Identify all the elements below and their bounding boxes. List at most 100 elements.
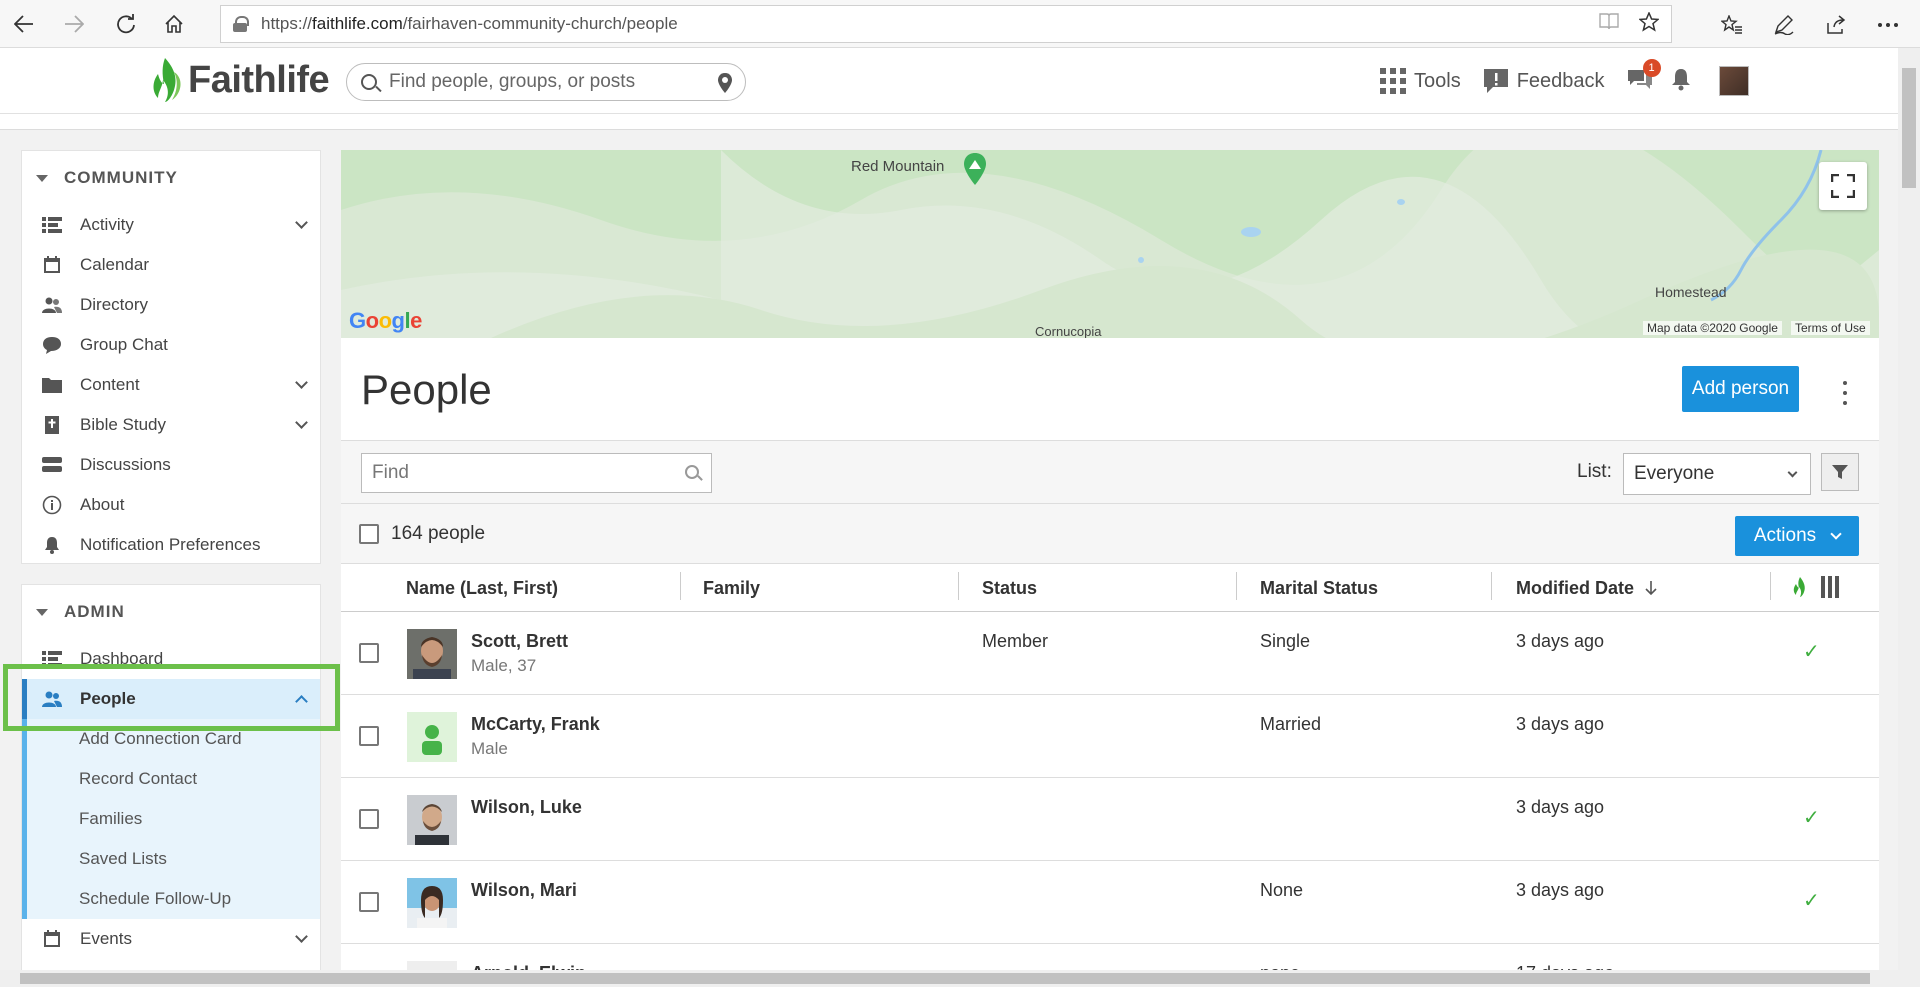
location-pin-icon[interactable] bbox=[717, 72, 733, 100]
column-chooser-icon[interactable] bbox=[1821, 576, 1839, 603]
faithlife-account-check-icon: ✓ bbox=[1803, 641, 1820, 663]
fullscreen-button[interactable] bbox=[1819, 162, 1867, 210]
admin-section-toggle[interactable]: ADMIN bbox=[22, 585, 320, 639]
sidebar-item-content[interactable]: Content bbox=[22, 365, 320, 405]
faithlife-logo[interactable]: Faithlife bbox=[148, 56, 330, 104]
table-row[interactable]: Wilson, Mari None 3 days ago ✓ bbox=[341, 862, 1879, 944]
more-button[interactable] bbox=[1864, 5, 1912, 45]
reading-view-icon[interactable] bbox=[1599, 12, 1619, 38]
list-select-value: Everyone bbox=[1634, 463, 1715, 484]
site-search-input[interactable]: Find people, groups, or posts bbox=[346, 63, 746, 101]
default-avatar-icon[interactable] bbox=[407, 712, 457, 762]
address-bar[interactable]: https://faithlife.com/fairhaven-communit… bbox=[220, 5, 1672, 43]
row-checkbox[interactable] bbox=[359, 809, 379, 829]
horizontal-scrollbar[interactable] bbox=[0, 970, 1920, 987]
community-panel: COMMUNITY Activity Calendar Directory Gr… bbox=[21, 150, 321, 564]
person-photo[interactable] bbox=[407, 795, 457, 845]
submenu-families[interactable]: Families bbox=[27, 799, 320, 839]
row-checkbox[interactable] bbox=[359, 892, 379, 912]
sidebar-item-events[interactable]: Events bbox=[22, 919, 320, 959]
map-terms-link[interactable]: Terms of Use bbox=[1791, 321, 1870, 335]
sidebar-item-bible-study[interactable]: Bible Study bbox=[22, 405, 320, 445]
row-checkbox[interactable] bbox=[359, 643, 379, 663]
table-row[interactable]: Wilson, Luke 3 days ago ✓ bbox=[341, 779, 1879, 861]
chevron-down-icon[interactable] bbox=[295, 930, 308, 943]
favorite-star-icon[interactable] bbox=[1638, 11, 1660, 38]
find-input[interactable]: Find bbox=[361, 453, 712, 493]
more-options-button[interactable] bbox=[1835, 378, 1855, 408]
tools-menu[interactable]: Tools bbox=[1380, 68, 1461, 94]
notification-count-badge: 1 bbox=[1642, 58, 1661, 77]
column-header-status[interactable]: Status bbox=[982, 564, 1037, 612]
feedback-link[interactable]: Feedback bbox=[1483, 68, 1605, 94]
modified-date-label: Modified Date bbox=[1516, 577, 1635, 598]
person-photo[interactable] bbox=[407, 878, 457, 928]
person-name[interactable]: McCarty, Frank bbox=[471, 714, 600, 735]
sidebar-item-discussions[interactable]: Discussions bbox=[22, 445, 320, 485]
select-all-checkbox[interactable] bbox=[359, 524, 379, 544]
notes-button[interactable] bbox=[1760, 5, 1808, 45]
user-avatar[interactable] bbox=[1718, 66, 1749, 96]
table-row[interactable]: McCarty, Frank Male Married 3 days ago bbox=[341, 696, 1879, 778]
notifications-button[interactable] bbox=[1671, 67, 1691, 96]
submenu-saved-lists[interactable]: Saved Lists bbox=[27, 839, 320, 879]
chevron-down-icon bbox=[1830, 527, 1842, 540]
grid-icon bbox=[1380, 68, 1406, 94]
chevron-down-icon[interactable] bbox=[295, 216, 308, 229]
filter-button[interactable] bbox=[1821, 453, 1859, 491]
person-name[interactable]: Scott, Brett bbox=[471, 631, 568, 652]
scrollbar-thumb[interactable] bbox=[1902, 68, 1916, 188]
sidebar-item-label: Activity bbox=[80, 215, 134, 234]
admin-title: ADMIN bbox=[64, 602, 125, 621]
back-button[interactable] bbox=[2, 4, 46, 44]
row-checkbox[interactable] bbox=[359, 726, 379, 746]
refresh-icon bbox=[117, 14, 135, 34]
submenu-record-contact[interactable]: Record Contact bbox=[27, 759, 320, 799]
scrollbar-thumb[interactable] bbox=[20, 973, 1870, 984]
column-header-marital-status[interactable]: Marital Status bbox=[1260, 564, 1378, 612]
url-host: faithlife.com bbox=[312, 14, 403, 33]
list-label: List: bbox=[1577, 461, 1612, 482]
mountain-pin-icon[interactable] bbox=[963, 152, 987, 191]
community-section-toggle[interactable]: COMMUNITY bbox=[22, 151, 320, 205]
sidebar-item-activity[interactable]: Activity bbox=[22, 205, 320, 245]
location-map[interactable]: Red Mountain Homestead Cornucopia Google… bbox=[341, 150, 1879, 338]
map-label-homestead: Homestead bbox=[1655, 284, 1727, 300]
calendar-icon bbox=[42, 930, 62, 948]
messages-button[interactable]: 1 bbox=[1627, 58, 1661, 96]
person-name[interactable]: Wilson, Mari bbox=[471, 880, 577, 901]
chevron-down-icon[interactable] bbox=[295, 376, 308, 389]
search-icon bbox=[361, 74, 377, 90]
submenu-schedule-follow-up[interactable]: Schedule Follow-Up bbox=[27, 879, 320, 919]
chevron-down-icon[interactable] bbox=[295, 416, 308, 429]
favorites-list-icon bbox=[1721, 15, 1742, 34]
map-label-red-mountain: Red Mountain bbox=[851, 158, 945, 175]
header-subbar bbox=[0, 114, 1898, 130]
sidebar-item-directory[interactable]: Directory bbox=[22, 285, 320, 325]
sidebar-item-group-chat[interactable]: Group Chat bbox=[22, 325, 320, 365]
map-label-cornucopia: Cornucopia bbox=[1035, 324, 1102, 338]
add-person-button[interactable]: Add person bbox=[1682, 366, 1799, 412]
table-row[interactable]: Scott, Brett Male, 37 Member Single 3 da… bbox=[341, 613, 1879, 695]
sidebar-item-about[interactable]: About bbox=[22, 485, 320, 525]
share-button[interactable] bbox=[1812, 5, 1860, 45]
forward-button[interactable] bbox=[52, 4, 96, 44]
list-select[interactable]: Everyone bbox=[1623, 453, 1811, 495]
column-header-family[interactable]: Family bbox=[703, 564, 760, 612]
person-status: Member bbox=[982, 631, 1049, 651]
refresh-button[interactable] bbox=[104, 4, 148, 44]
sidebar-item-label: Events bbox=[80, 929, 132, 948]
info-icon bbox=[42, 495, 62, 515]
site-search-placeholder: Find people, groups, or posts bbox=[389, 71, 636, 92]
map-terrain bbox=[341, 150, 1879, 338]
person-photo[interactable] bbox=[407, 629, 457, 679]
sidebar-item-calendar[interactable]: Calendar bbox=[22, 245, 320, 285]
sidebar-item-notification-preferences[interactable]: Notification Preferences bbox=[22, 525, 320, 565]
favorites-button[interactable] bbox=[1708, 5, 1756, 45]
column-header-name[interactable]: Name (Last, First) bbox=[406, 564, 558, 612]
actions-button[interactable]: Actions bbox=[1735, 516, 1859, 556]
home-button[interactable] bbox=[152, 4, 196, 44]
column-header-modified-date[interactable]: Modified Date bbox=[1516, 564, 1658, 612]
vertical-scrollbar[interactable] bbox=[1898, 48, 1920, 970]
person-name[interactable]: Wilson, Luke bbox=[471, 797, 582, 818]
